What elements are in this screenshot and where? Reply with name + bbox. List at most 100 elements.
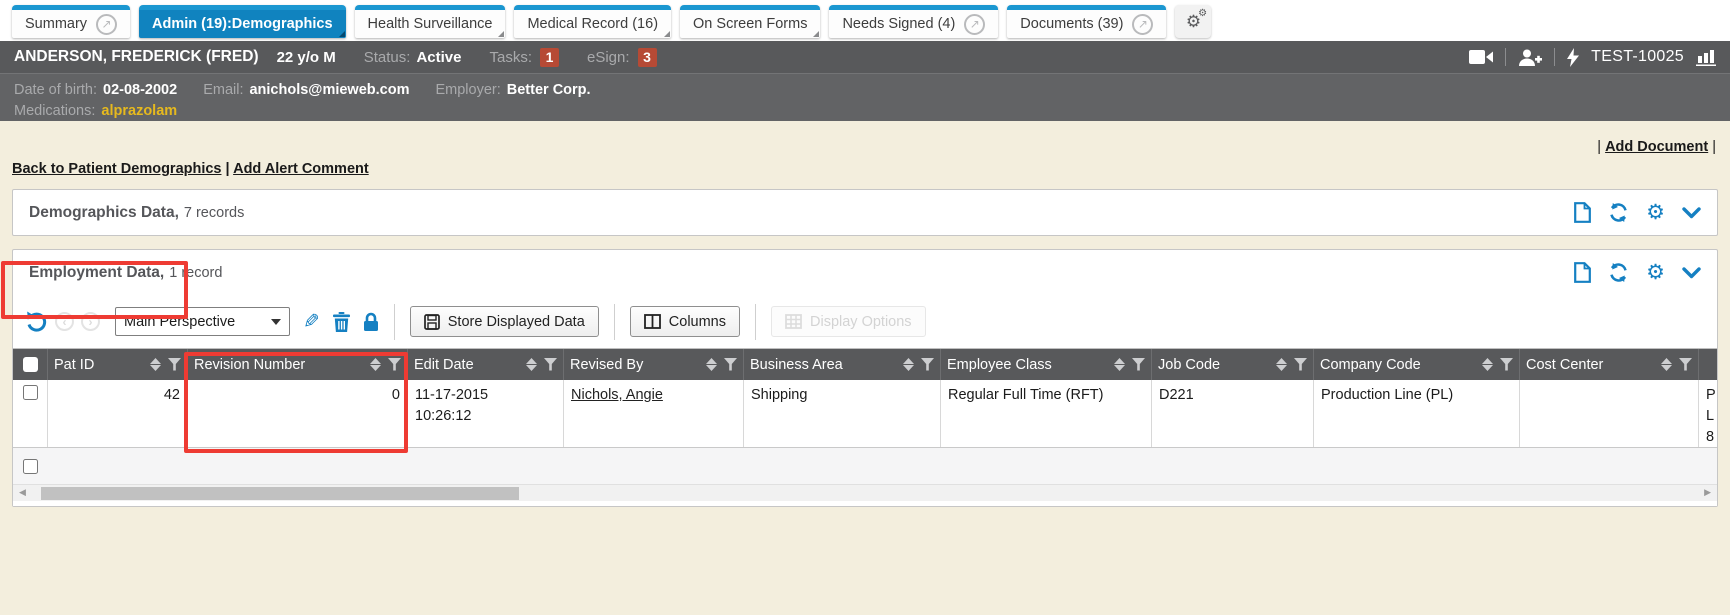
popout-icon[interactable]: ↗ — [96, 14, 117, 35]
gear-icon[interactable]: ⚙ — [1646, 202, 1665, 223]
status-value: Active — [416, 49, 461, 66]
lightning-bolt-icon[interactable] — [1567, 48, 1579, 67]
back-to-demographics-link[interactable]: Back to Patient Demographics — [12, 161, 222, 177]
display-options-label: Display Options — [810, 314, 912, 330]
cell-cost-center — [1520, 380, 1699, 447]
divider — [614, 304, 615, 340]
column-header-pat-id[interactable]: Pat ID — [48, 349, 188, 380]
sort-icon[interactable] — [1276, 358, 1287, 371]
select-all-checkbox[interactable] — [23, 357, 38, 372]
scroll-right-icon[interactable]: ▶ — [1704, 487, 1711, 498]
refresh-icon[interactable] — [1608, 262, 1629, 283]
trash-icon[interactable] — [333, 312, 350, 332]
scroll-left-icon[interactable]: ◀ — [19, 487, 26, 498]
sort-icon[interactable] — [370, 358, 381, 371]
store-displayed-data-button[interactable]: Store Displayed Data — [410, 306, 599, 337]
cell-revised-by-link[interactable]: Nichols, Angie — [571, 387, 663, 403]
table-row: 42 0 11-17-2015 10:26:12 Nichols, Angie … — [13, 380, 1717, 448]
document-icon[interactable] — [1574, 202, 1591, 223]
add-document-link[interactable]: Add Document — [1605, 139, 1708, 155]
column-header-business-area[interactable]: Business Area — [744, 349, 941, 380]
cell-clipped: P L 8 — [1699, 380, 1717, 447]
chevron-down-icon[interactable] — [1682, 267, 1701, 279]
add-alert-comment-link[interactable]: Add Alert Comment — [233, 161, 369, 177]
sort-icon[interactable] — [1482, 358, 1493, 371]
tab-settings-button[interactable]: ⚙⚙ — [1175, 5, 1211, 38]
filter-funnel-icon[interactable] — [1294, 358, 1307, 371]
filter-funnel-icon[interactable] — [388, 358, 401, 371]
gear-icon[interactable]: ⚙ — [1646, 262, 1665, 283]
filter-funnel-icon[interactable] — [1679, 358, 1692, 371]
email-label: Email: — [203, 82, 243, 98]
columns-button[interactable]: Columns — [630, 306, 740, 337]
medication-link[interactable]: alprazolam — [101, 103, 177, 119]
popout-icon[interactable]: ↗ — [964, 14, 985, 35]
horizontal-scrollbar[interactable]: ◀ ▶ — [13, 484, 1717, 501]
undo-icon[interactable] — [25, 310, 48, 333]
demographics-panel-title: Demographics Data, — [29, 204, 179, 222]
pipe: | — [1597, 139, 1601, 155]
tab-fold-icon — [339, 31, 345, 37]
sort-icon[interactable] — [903, 358, 914, 371]
popout-icon[interactable]: ↗ — [1132, 14, 1153, 35]
grid-header-row: Pat ID Revision Number Edit Date Revised… — [13, 349, 1717, 380]
video-camera-icon[interactable] — [1469, 50, 1493, 64]
filter-funnel-icon[interactable] — [544, 358, 557, 371]
filter-funnel-icon[interactable] — [1132, 358, 1145, 371]
row-checkbox[interactable] — [23, 385, 38, 400]
sort-icon[interactable] — [526, 358, 537, 371]
lock-icon[interactable] — [363, 312, 379, 332]
perspective-select[interactable]: Main Perspective — [115, 307, 290, 336]
new-row-checkbox[interactable] — [23, 459, 38, 474]
tab-fold-icon — [664, 31, 670, 37]
esign-label: eSign: — [587, 49, 630, 66]
column-header-employee-class[interactable]: Employee Class — [941, 349, 1152, 380]
demographics-panel: Demographics Data, 7 records ⚙ — [12, 189, 1718, 236]
tab-medical-record[interactable]: Medical Record (16) — [514, 5, 671, 38]
tab-needs-signed[interactable]: Needs Signed (4) ↗ — [829, 5, 998, 38]
column-header-cost-center[interactable]: Cost Center — [1520, 349, 1699, 380]
tab-admin-demographics[interactable]: Admin (19):Demographics — [139, 5, 345, 38]
tasks-badge[interactable]: 1 — [540, 48, 559, 67]
tab-label: Summary — [25, 16, 87, 32]
divider — [755, 304, 756, 340]
filter-funnel-icon[interactable] — [724, 358, 737, 371]
esign-badge[interactable]: 3 — [638, 48, 657, 67]
scrollbar-thumb[interactable] — [41, 487, 519, 500]
sort-icon[interactable] — [1661, 358, 1672, 371]
tab-label: Documents (39) — [1020, 16, 1123, 32]
column-header-company-code[interactable]: Company Code — [1314, 349, 1520, 380]
sort-icon[interactable] — [706, 358, 717, 371]
column-header-revision-number[interactable]: Revision Number — [188, 349, 408, 380]
add-person-icon[interactable] — [1518, 49, 1542, 66]
sort-icon[interactable] — [1114, 358, 1125, 371]
edit-pencil-icon[interactable]: ✎ — [303, 312, 320, 332]
filter-funnel-icon[interactable] — [1500, 358, 1513, 371]
tab-summary[interactable]: Summary ↗ — [12, 5, 130, 38]
filter-funnel-icon[interactable] — [168, 358, 181, 371]
sort-icon[interactable] — [150, 358, 161, 371]
bar-chart-icon[interactable] — [1696, 49, 1716, 66]
divider — [1505, 48, 1506, 66]
column-header-job-code[interactable]: Job Code — [1152, 349, 1314, 380]
tab-label: Health Surveillance — [368, 16, 493, 32]
filter-funnel-icon[interactable] — [921, 358, 934, 371]
add-document-row: | Add Document | — [1597, 139, 1716, 155]
tab-health-surveillance[interactable]: Health Surveillance — [355, 5, 506, 38]
tab-on-screen-forms[interactable]: On Screen Forms — [680, 5, 820, 38]
pipe: | — [1712, 139, 1716, 155]
column-header-edit-date[interactable]: Edit Date — [408, 349, 564, 380]
grid-toolbar: ‹ › Main Perspective ✎ Store Displayed D… — [13, 295, 1717, 348]
tab-documents[interactable]: Documents (39) ↗ — [1007, 5, 1166, 38]
tab-fold-icon — [498, 31, 504, 37]
cell-revision-number: 0 — [188, 380, 408, 447]
chevron-down-icon[interactable] — [1682, 207, 1701, 219]
employer-label: Employer: — [435, 82, 500, 98]
tab-label: Needs Signed (4) — [842, 16, 955, 32]
save-floppy-icon — [424, 314, 440, 330]
refresh-icon[interactable] — [1608, 202, 1629, 223]
document-icon[interactable] — [1574, 262, 1591, 283]
column-header-clipped — [1699, 349, 1717, 380]
dob-label: Date of birth: — [14, 82, 97, 98]
column-header-revised-by[interactable]: Revised By — [564, 349, 744, 380]
